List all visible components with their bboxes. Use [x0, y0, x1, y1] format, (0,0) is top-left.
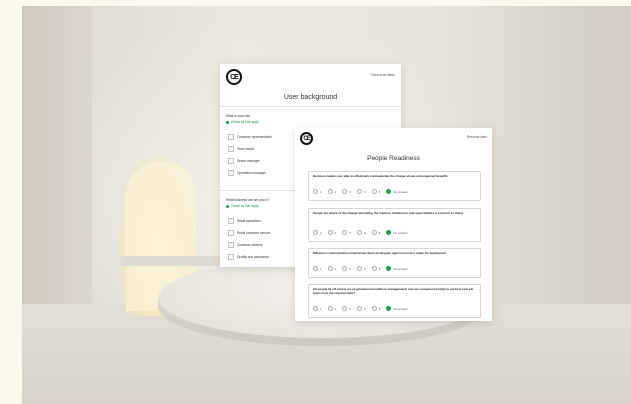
radio-icon [357, 306, 363, 311]
question-card: All people (& off-shore) are programmed … [308, 284, 481, 318]
radio-selected-icon [386, 266, 392, 271]
rating-option[interactable]: 5 [371, 230, 380, 235]
rating-option[interactable]: 1 [313, 306, 322, 311]
checkbox-icon [228, 218, 234, 224]
page-title: User background [283, 94, 338, 101]
rating-option[interactable]: 2 [327, 306, 336, 311]
radio-icon [327, 266, 333, 271]
no-answer-option[interactable]: No answer [386, 189, 408, 194]
check-icon [226, 120, 229, 124]
radio-icon [327, 189, 333, 194]
radio-icon [327, 306, 333, 311]
question-label: What business unit are you in? [226, 198, 270, 202]
radio-icon [357, 189, 363, 194]
page-title: People Readiness [367, 155, 420, 162]
radio-icon [342, 306, 348, 311]
question-card: Business leaders are able to effectively… [308, 171, 481, 201]
radio-icon [371, 306, 377, 311]
checkbox-icon [228, 170, 234, 176]
rating-scale: 1 2 3 4 5 No answer [313, 230, 414, 235]
radio-icon [371, 266, 377, 271]
option-checkbox[interactable]: Retail operations [228, 218, 261, 224]
question-label: What is your role [226, 114, 250, 118]
question-text: People are aware of the change (includin… [313, 211, 464, 215]
checkbox-icon [228, 254, 234, 260]
left-wall [22, 6, 92, 306]
option-checkbox[interactable]: Senior manager [228, 158, 260, 164]
radio-icon [357, 230, 363, 235]
check-all-hint: Check all that apply [226, 120, 259, 124]
rating-option[interactable]: 3 [342, 266, 351, 271]
no-answer-option[interactable]: No answer [386, 306, 408, 311]
radio-icon [357, 266, 363, 271]
rating-scale: 1 2 3 4 5 No answer [313, 189, 414, 194]
question-text: Effective communication material has bee… [313, 251, 447, 255]
rating-option[interactable]: 2 [327, 189, 336, 194]
rating-option[interactable]: 2 [327, 266, 336, 271]
option-checkbox[interactable]: Quality and assurance [228, 254, 269, 260]
checkbox-icon [228, 242, 234, 248]
no-answer-option[interactable]: No answer [386, 230, 408, 235]
rating-option[interactable]: 2 [327, 230, 336, 235]
rating-option[interactable]: 4 [357, 266, 366, 271]
radio-icon [342, 189, 348, 194]
radio-icon [313, 306, 318, 311]
question-text: Business leaders are able to effectively… [313, 174, 448, 178]
option-checkbox[interactable]: Team leader [228, 146, 255, 152]
radio-icon [371, 189, 377, 194]
right-wall [481, 6, 631, 306]
option-checkbox[interactable]: Customer representative [228, 134, 272, 140]
rating-option[interactable]: 5 [371, 266, 380, 271]
radio-selected-icon [386, 306, 392, 311]
radio-icon [371, 230, 377, 235]
divider [220, 106, 401, 107]
ce-logo-icon: CE [226, 69, 242, 85]
option-checkbox[interactable]: Operations manager [228, 170, 266, 176]
checkbox-icon [228, 230, 234, 236]
ce-logo-icon: CE [300, 132, 313, 145]
rating-option[interactable]: 5 [371, 189, 380, 194]
rating-option[interactable]: 4 [357, 189, 366, 194]
question-text: All people (& off-shore) are programmed … [313, 287, 474, 295]
radio-selected-icon [386, 230, 392, 235]
check-all-hint: Check all that apply [226, 204, 259, 208]
no-answer-option[interactable]: No answer [386, 266, 408, 271]
radio-selected-icon [386, 189, 392, 194]
checkbox-icon [228, 146, 234, 152]
rating-scale: 1 2 3 4 5 No answer [313, 306, 414, 311]
radio-icon [313, 266, 318, 271]
option-checkbox[interactable]: Retail customer service [228, 230, 270, 236]
radio-icon [313, 189, 318, 194]
rating-option[interactable]: 3 [342, 306, 351, 311]
checkbox-icon [228, 158, 234, 164]
option-checkbox[interactable]: Customer delivery [228, 242, 263, 248]
question-card: People are aware of the change (includin… [308, 208, 481, 242]
showroom-scene: CE Resume later User background What is … [22, 6, 631, 404]
check-icon [226, 204, 229, 208]
rating-option[interactable]: 4 [357, 306, 366, 311]
checkbox-icon [228, 134, 234, 140]
rating-option[interactable]: 3 [342, 230, 351, 235]
radio-icon [313, 230, 318, 235]
people-readiness-card: CE Resume later People Readiness Busines… [295, 128, 492, 321]
rating-option[interactable]: 4 [357, 230, 366, 235]
rating-option[interactable]: 3 [342, 189, 351, 194]
question-card: Effective communication material has bee… [308, 248, 481, 278]
rating-option[interactable]: 1 [313, 266, 322, 271]
rating-option[interactable]: 1 [313, 189, 322, 194]
radio-icon [342, 230, 348, 235]
resume-later-link[interactable]: Resume later [467, 135, 487, 139]
rating-option[interactable]: 5 [371, 306, 380, 311]
rating-scale: 1 2 3 4 5 No answer [313, 266, 414, 271]
rating-option[interactable]: 1 [313, 230, 322, 235]
radio-icon [327, 230, 333, 235]
resume-later-link[interactable]: Resume later [371, 72, 395, 77]
radio-icon [342, 266, 348, 271]
